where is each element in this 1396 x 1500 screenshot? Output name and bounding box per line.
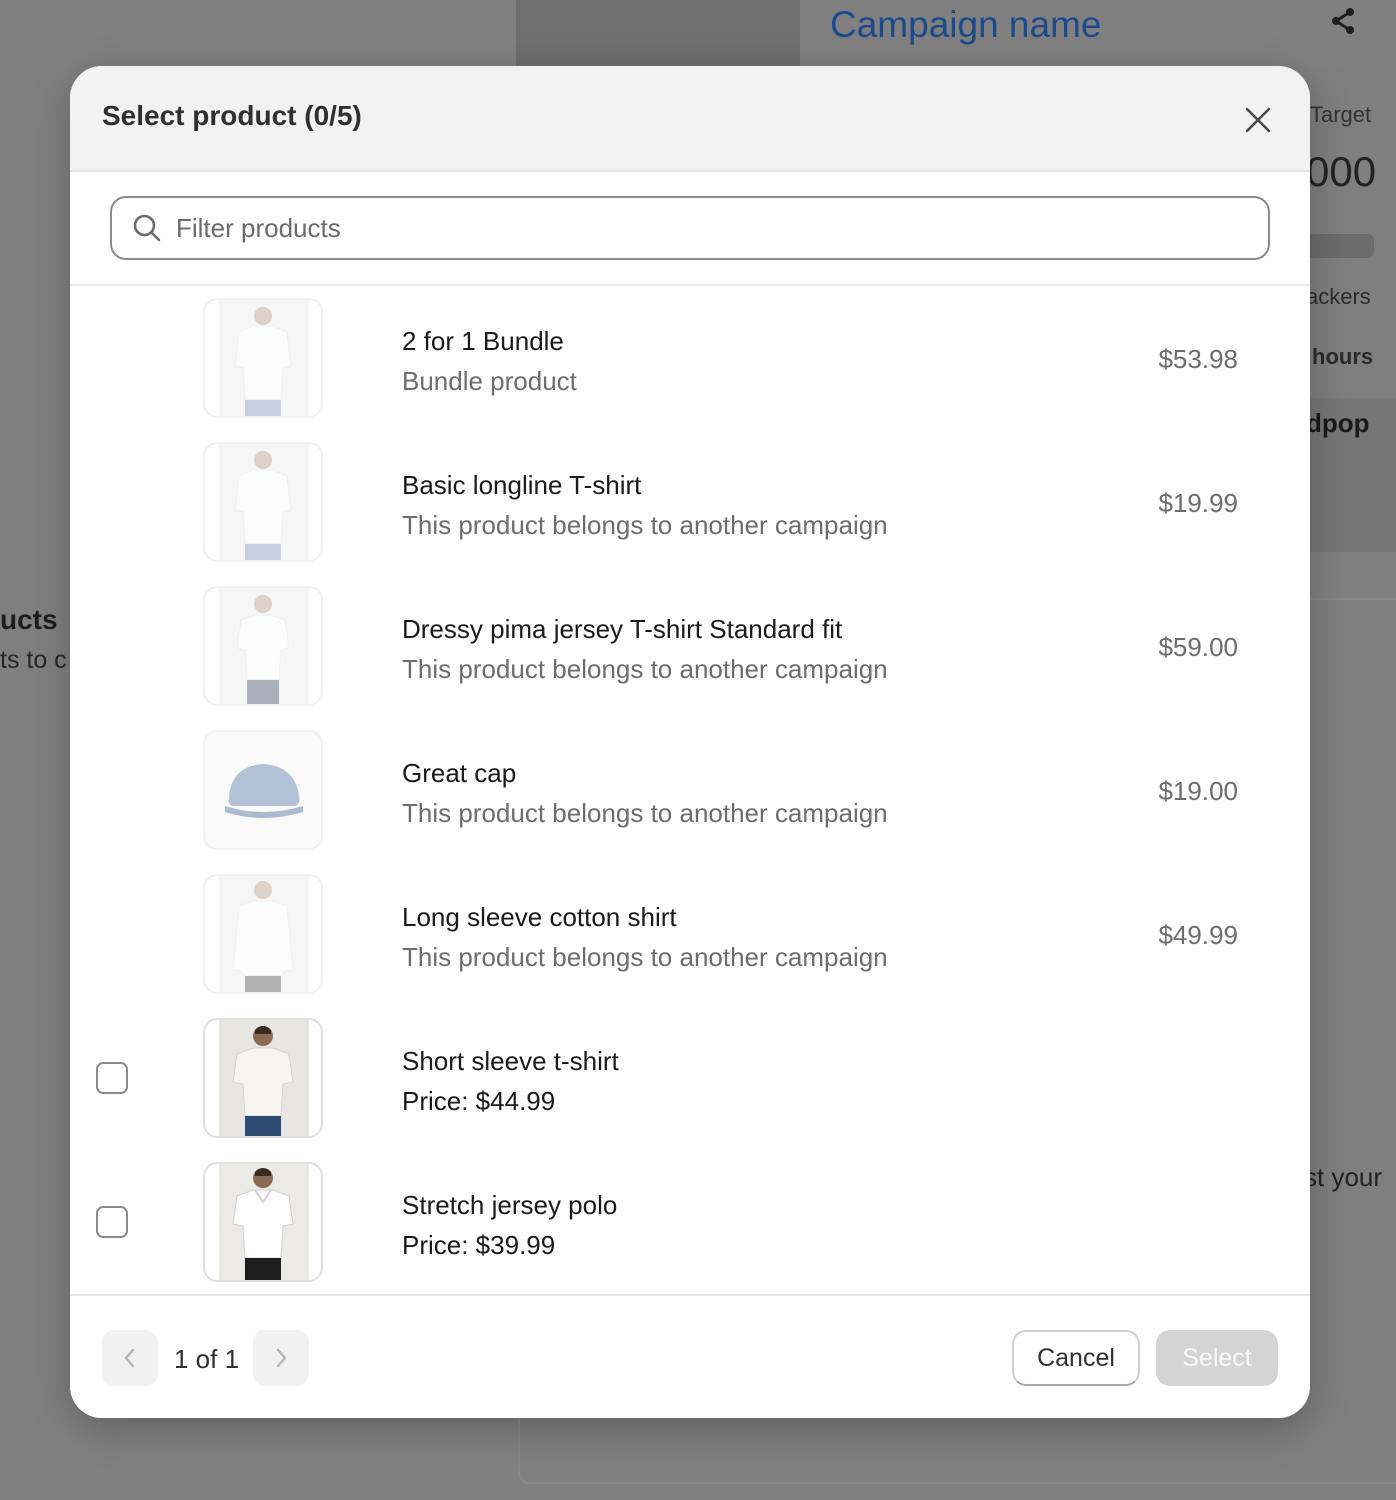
- previous-page-button[interactable]: [102, 1330, 158, 1386]
- modal-header: Select product (0/5): [70, 66, 1310, 172]
- share-icon: [1328, 6, 1358, 36]
- side-card: [1296, 598, 1396, 1484]
- product-price: $19.99: [1158, 488, 1238, 518]
- product-subtitle: This product belongs to another campaign: [402, 510, 888, 540]
- product-price: $49.99: [1158, 920, 1238, 950]
- product-name: Great cap: [402, 758, 517, 788]
- cancel-button[interactable]: Cancel: [1012, 1330, 1140, 1386]
- product-subtitle: This product belongs to another campaign: [402, 654, 888, 684]
- product-name: Dressy pima jersey T-shirt Standard fit: [402, 614, 843, 644]
- product-price: $53.98: [1158, 344, 1238, 374]
- product-name: Long sleeve cotton shirt: [402, 902, 677, 932]
- campaign-title: Campaign name: [830, 4, 1102, 45]
- product-image: [203, 586, 323, 706]
- product-checkbox[interactable]: [96, 1206, 128, 1238]
- product-price: $59.00: [1158, 632, 1238, 662]
- product-row[interactable]: Stretch jersey polo Price: $39.99: [70, 1162, 1310, 1306]
- product-name: Short sleeve t-shirt: [402, 1046, 619, 1076]
- product-row: 2 for 1 Bundle Bundle product $53.98: [70, 298, 1310, 442]
- product-row: Basic longline T-shirt This product belo…: [70, 442, 1310, 586]
- product-subtitle: Bundle product: [402, 366, 577, 396]
- progress-bar: [1306, 234, 1374, 258]
- product-name: Stretch jersey polo: [402, 1190, 618, 1220]
- search-section: [70, 172, 1310, 286]
- product-price-text: Price: $39.99: [402, 1230, 556, 1260]
- backers-label: ackers: [1306, 284, 1371, 309]
- products-subtext: ts to c: [0, 646, 67, 674]
- modal-title: Select product (0/5): [102, 100, 362, 131]
- chevron-left-icon: [124, 1348, 135, 1368]
- next-page-button[interactable]: [253, 1330, 309, 1386]
- product-row: Long sleeve cotton shirt This product be…: [70, 874, 1310, 1018]
- product-price-text: Price: $44.99: [402, 1086, 556, 1116]
- pagination-label: 1 of 1: [174, 1344, 240, 1374]
- product-price: $19.00: [1158, 776, 1238, 806]
- product-checkbox[interactable]: [96, 1062, 128, 1094]
- search-box[interactable]: [110, 196, 1270, 260]
- background-column: [516, 0, 800, 66]
- product-row: Great cap This product belongs to anothe…: [70, 730, 1310, 874]
- products-heading: ucts: [0, 604, 58, 635]
- modal-footer: 1 of 1 Cancel Select: [70, 1294, 1310, 1418]
- select-button[interactable]: Select: [1156, 1330, 1278, 1386]
- product-image: [203, 442, 323, 562]
- close-button[interactable]: [1238, 100, 1278, 140]
- bottom-card: [518, 1416, 1396, 1484]
- side-card-text: st your: [1304, 1162, 1383, 1192]
- product-image: [203, 298, 323, 418]
- product-image: [203, 1162, 323, 1282]
- search-icon: [133, 214, 161, 242]
- target-value: 000: [1306, 148, 1377, 195]
- chevron-right-icon: [276, 1348, 287, 1368]
- brand-text: dpop: [1306, 408, 1370, 438]
- product-list: 2 for 1 Bundle Bundle product $53.98 Bas…: [70, 286, 1310, 1294]
- product-subtitle: This product belongs to another campaign: [402, 798, 888, 828]
- product-name: 2 for 1 Bundle: [402, 326, 564, 356]
- product-subtitle: This product belongs to another campaign: [402, 942, 888, 972]
- target-label: Target: [1310, 102, 1372, 127]
- hours-label: hours: [1312, 344, 1374, 369]
- product-image: [203, 1018, 323, 1138]
- close-icon: [1245, 107, 1271, 133]
- product-name: Basic longline T-shirt: [402, 470, 642, 500]
- product-row: Dressy pima jersey T-shirt Standard fit …: [70, 586, 1310, 730]
- search-input[interactable]: [176, 212, 1256, 244]
- select-product-modal: Select product (0/5) Filter products 2 f…: [70, 66, 1310, 1418]
- product-image: [203, 874, 323, 994]
- product-row[interactable]: Short sleeve t-shirt Price: $44.99: [70, 1018, 1310, 1162]
- product-image: [203, 730, 323, 850]
